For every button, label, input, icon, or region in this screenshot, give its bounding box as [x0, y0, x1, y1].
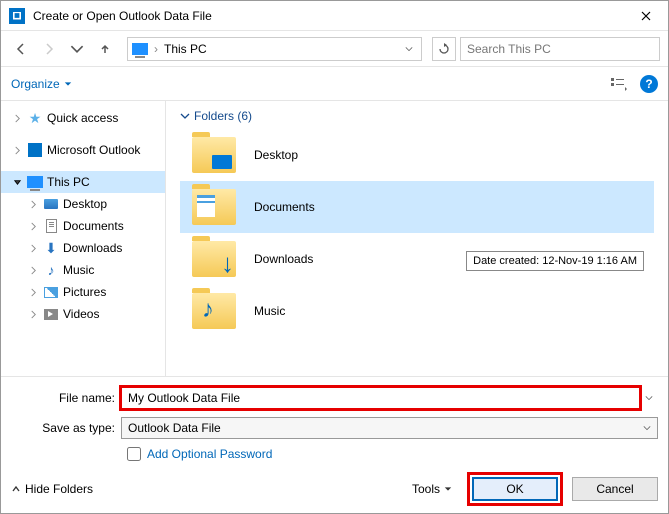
- tooltip: Date created: 12-Nov-19 1:16 AM: [466, 251, 644, 271]
- sidebar-item-pictures[interactable]: Pictures: [1, 281, 165, 303]
- sidebar-outlook[interactable]: Microsoft Outlook: [1, 139, 165, 161]
- saveas-value: Outlook Data File: [128, 421, 221, 435]
- videos-icon: [43, 306, 59, 322]
- close-button[interactable]: [623, 1, 668, 30]
- folder-item-desktop[interactable]: Desktop: [180, 129, 654, 181]
- folder-label: Desktop: [254, 148, 298, 162]
- recent-locations-button[interactable]: [65, 37, 89, 61]
- title-bar: Create or Open Outlook Data File: [1, 1, 668, 31]
- sidebar-item-music[interactable]: ♪ Music: [1, 259, 165, 281]
- filename-dropdown[interactable]: [640, 391, 658, 405]
- folders-group-header[interactable]: Folders (6): [180, 109, 654, 123]
- hide-folders-label: Hide Folders: [25, 482, 93, 496]
- pc-icon: [27, 174, 43, 190]
- sidebar-item-label: This PC: [47, 175, 90, 189]
- sidebar-item-label: Microsoft Outlook: [47, 143, 140, 157]
- folder-label: Downloads: [254, 252, 313, 266]
- sidebar-item-label: Quick access: [47, 111, 118, 125]
- refresh-button[interactable]: [432, 37, 456, 61]
- chevron-right-icon[interactable]: [27, 198, 39, 210]
- music-icon: ♪: [43, 262, 59, 278]
- folder-label: Documents: [254, 200, 315, 214]
- chevron-right-icon[interactable]: [27, 308, 39, 320]
- sidebar-quick-access[interactable]: ★ Quick access: [1, 107, 165, 129]
- sidebar-item-videos[interactable]: Videos: [1, 303, 165, 325]
- sidebar-item-label: Videos: [63, 307, 99, 321]
- chevron-down-icon[interactable]: [11, 176, 23, 188]
- search-input[interactable]: Search This PC: [460, 37, 660, 61]
- sidebar-item-downloads[interactable]: ⬇ Downloads: [1, 237, 165, 259]
- sidebar-item-label: Desktop: [63, 197, 107, 211]
- nav-bar: › This PC Search This PC: [1, 31, 668, 67]
- folder-item-music[interactable]: ♪ Music: [180, 285, 654, 337]
- saveas-combobox[interactable]: Outlook Data File: [121, 417, 658, 439]
- cancel-label: Cancel: [596, 482, 633, 496]
- search-placeholder: Search This PC: [467, 42, 551, 56]
- ok-button[interactable]: OK: [472, 477, 558, 501]
- chevron-right-icon[interactable]: [11, 144, 23, 156]
- chevron-down-icon: [643, 421, 651, 435]
- back-button[interactable]: [9, 37, 33, 61]
- outlook-icon: [27, 142, 43, 158]
- folder-icon: [192, 137, 236, 173]
- add-password-label[interactable]: Add Optional Password: [147, 447, 272, 461]
- folders-header-label: Folders (6): [194, 109, 252, 123]
- content-pane: Folders (6) Desktop Documents ↓ Download…: [166, 101, 668, 376]
- filename-label: File name:: [11, 391, 121, 405]
- organize-label: Organize: [11, 77, 60, 91]
- chevron-right-icon[interactable]: [27, 286, 39, 298]
- tools-menu[interactable]: Tools: [412, 482, 452, 496]
- downloads-icon: ⬇: [43, 240, 59, 256]
- folder-icon: ♪: [192, 293, 236, 329]
- folder-icon: ↓: [192, 241, 236, 277]
- sidebar-this-pc[interactable]: This PC: [1, 171, 165, 193]
- up-button[interactable]: [93, 37, 117, 61]
- toolbar: Organize ?: [1, 67, 668, 101]
- address-location: This PC: [164, 42, 395, 56]
- documents-icon: [43, 218, 59, 234]
- folder-item-documents[interactable]: Documents: [180, 181, 654, 233]
- sidebar-item-label: Documents: [63, 219, 124, 233]
- address-bar[interactable]: › This PC: [127, 37, 422, 61]
- folder-label: Music: [254, 304, 285, 318]
- folder-icon: [192, 189, 236, 225]
- breadcrumb-separator: ›: [154, 42, 158, 56]
- saveas-label: Save as type:: [11, 421, 121, 435]
- pc-icon: [132, 43, 148, 55]
- sidebar-item-label: Music: [63, 263, 94, 277]
- chevron-right-icon[interactable]: [27, 242, 39, 254]
- sidebar-item-label: Downloads: [63, 241, 122, 255]
- pictures-icon: [43, 284, 59, 300]
- help-button[interactable]: ?: [640, 75, 658, 93]
- bottom-panel: File name: Save as type: Outlook Data Fi…: [1, 376, 668, 513]
- organize-menu[interactable]: Organize: [11, 77, 72, 91]
- add-password-checkbox[interactable]: [127, 447, 141, 461]
- chevron-right-icon[interactable]: [11, 112, 23, 124]
- chevron-right-icon[interactable]: [27, 264, 39, 276]
- desktop-icon: [43, 196, 59, 212]
- filename-input[interactable]: [121, 387, 640, 409]
- view-options-button[interactable]: [606, 73, 632, 95]
- star-icon: ★: [27, 110, 43, 126]
- forward-button[interactable]: [37, 37, 61, 61]
- sidebar-item-desktop[interactable]: Desktop: [1, 193, 165, 215]
- ok-label: OK: [506, 482, 523, 496]
- tools-label: Tools: [412, 482, 440, 496]
- sidebar-item-label: Pictures: [63, 285, 106, 299]
- address-dropdown[interactable]: [401, 42, 417, 56]
- cancel-button[interactable]: Cancel: [572, 477, 658, 501]
- main-area: ★ Quick access Microsoft Outlook This PC…: [1, 101, 668, 376]
- chevron-right-icon[interactable]: [27, 220, 39, 232]
- hide-folders-button[interactable]: Hide Folders: [11, 482, 93, 496]
- outlook-app-icon: [9, 8, 25, 24]
- sidebar-item-documents[interactable]: Documents: [1, 215, 165, 237]
- sidebar: ★ Quick access Microsoft Outlook This PC…: [1, 101, 166, 376]
- window-title: Create or Open Outlook Data File: [33, 9, 623, 23]
